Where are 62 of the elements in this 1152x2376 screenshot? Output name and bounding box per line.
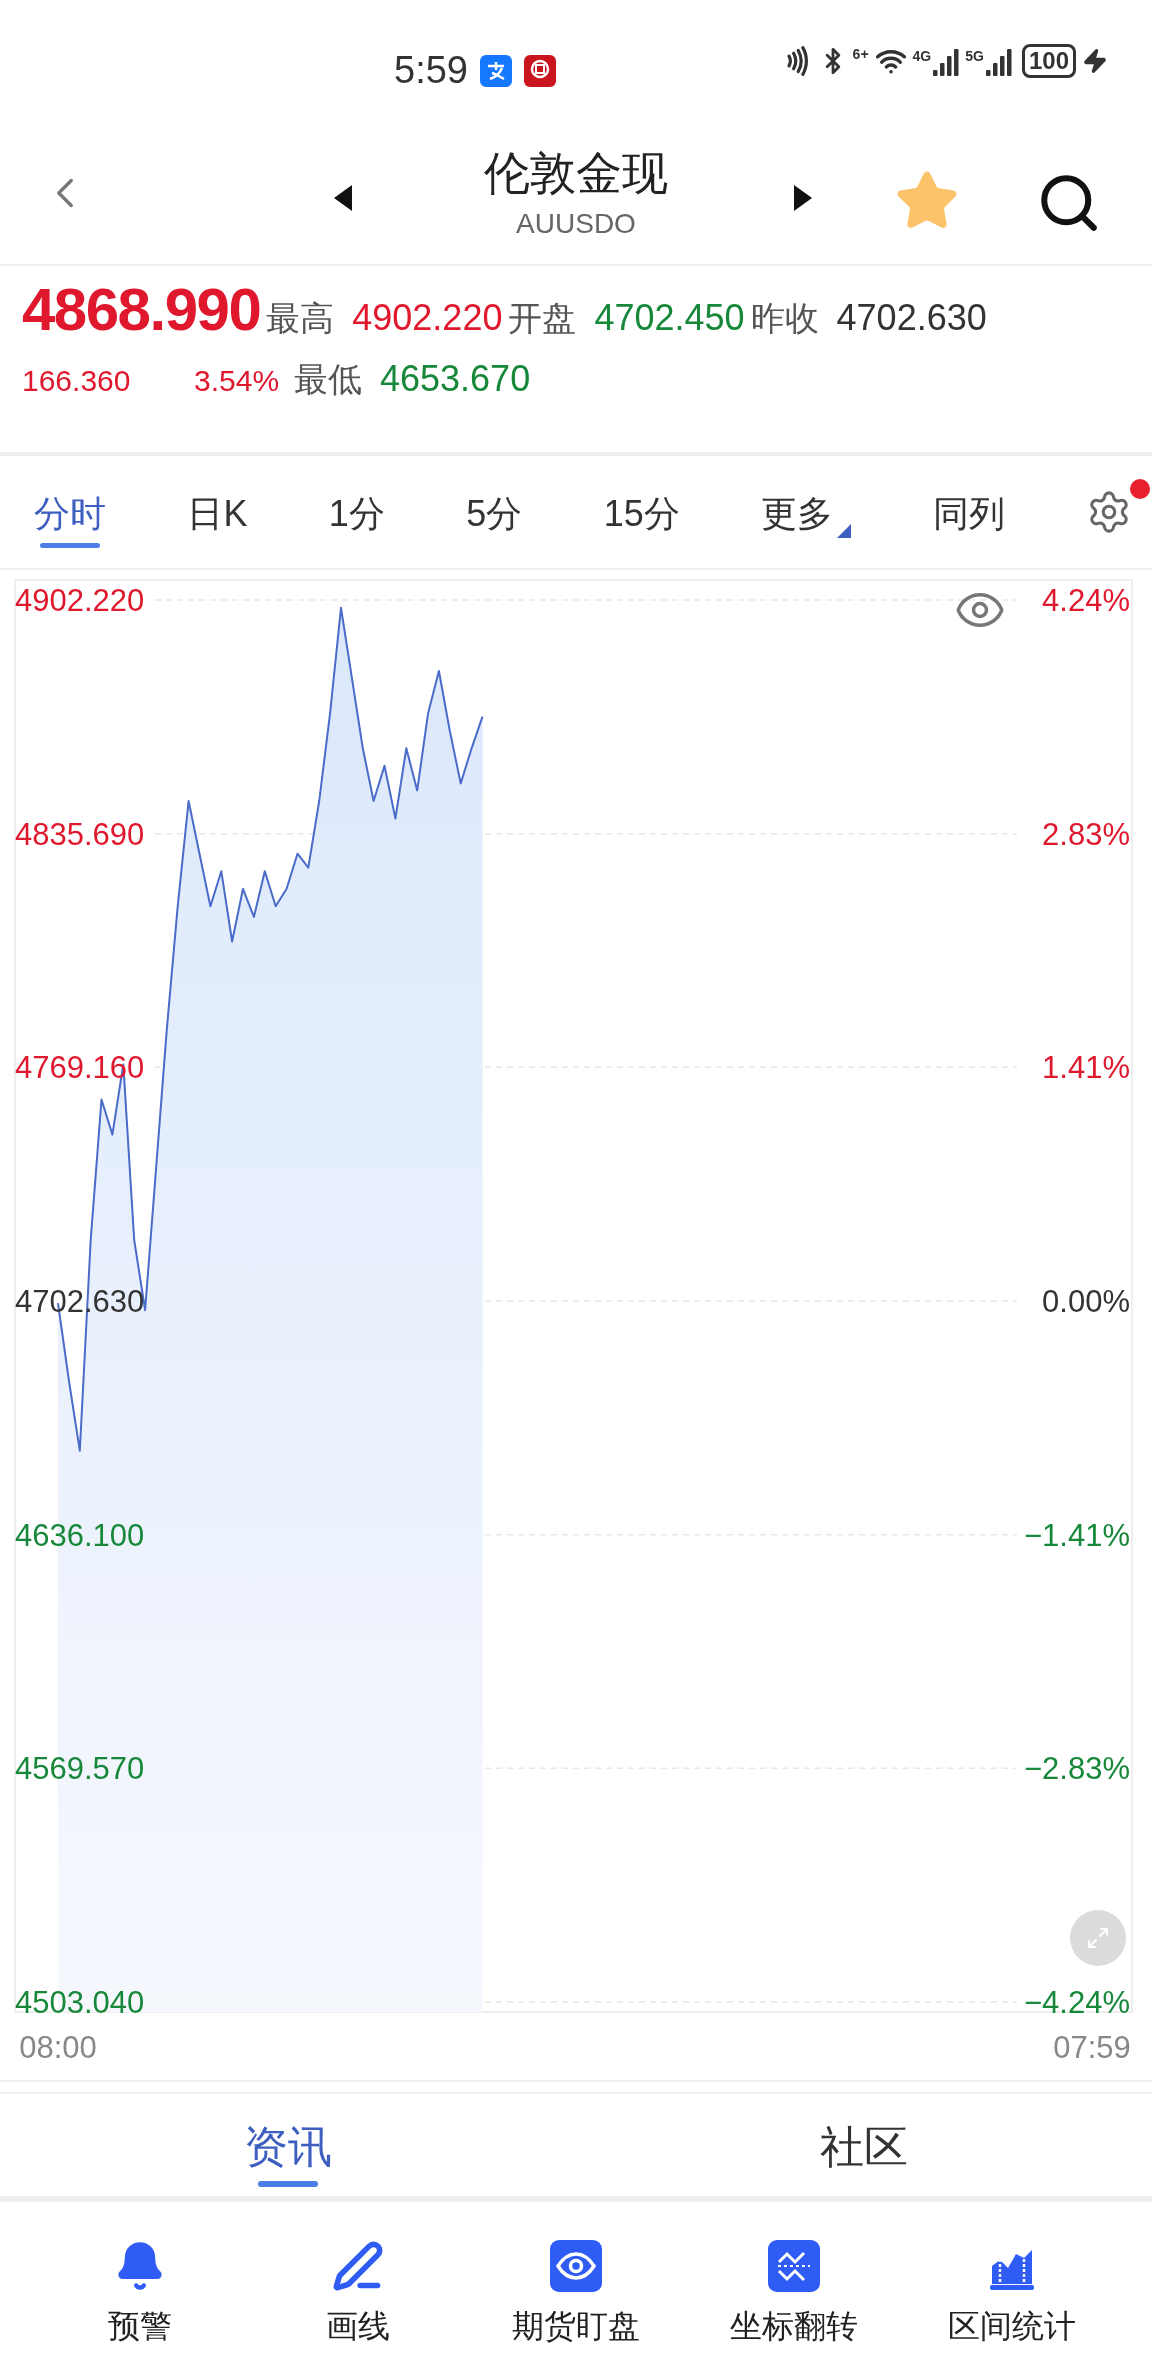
pen-icon (332, 2240, 384, 2292)
axis-label: 4835.690 (15, 816, 145, 852)
change-percent: 3.54% (194, 363, 281, 399)
stat-value: 4702.450 (594, 296, 745, 340)
eye-icon (550, 2240, 602, 2292)
axis-label: 2.83% (1042, 816, 1130, 852)
toolbar-button[interactable]: 期货盯盘 (476, 2240, 676, 2350)
toolbar-label: 区间统计 (948, 2307, 1076, 2346)
signal-icon (985, 46, 1012, 76)
time-label: 08:00 (19, 2030, 97, 2065)
content-tab[interactable]: 资讯 (244, 2103, 332, 2187)
toolbar-label: 画线 (326, 2307, 390, 2346)
axis-label: 1.41% (1042, 1050, 1130, 1086)
symbol-code: AUUSDO (516, 207, 636, 241)
toolbar-button[interactable]: 坐标翻转 (694, 2240, 894, 2350)
charging-icon (1082, 48, 1108, 74)
stat-value: 4702.630 (836, 296, 987, 340)
stat-label: 最低 (294, 359, 362, 400)
period-tab[interactable]: 日K (187, 474, 248, 550)
axis-label: −1.41% (1024, 1517, 1130, 1553)
period-tab[interactable]: 分时 (34, 474, 106, 550)
stat-label: 昨收 (750, 298, 819, 339)
toolbar-label: 期货盯盘 (512, 2307, 640, 2346)
toolbar-button[interactable]: 区间统计 (912, 2240, 1112, 2350)
content-tab[interactable]: 社区 (820, 2103, 908, 2187)
stat-label: 最高 (266, 298, 335, 339)
app-notification-icon (479, 54, 512, 87)
last-price: 4868.990 (22, 275, 261, 345)
period-tab[interactable]: 5分 (466, 474, 523, 550)
axis-label: −4.24% (1024, 1985, 1130, 2020)
network-label: 4G (912, 47, 932, 66)
expand-icon (1086, 1926, 1110, 1950)
period-tab[interactable]: 同列 (932, 474, 1005, 550)
axis-label: −2.83% (1024, 1751, 1130, 1787)
axis-label: 4902.220 (15, 583, 145, 618)
time-label: 07:59 (1053, 2030, 1131, 2065)
stat-label: 开盘 (508, 298, 577, 339)
price-change: 166.360 (22, 363, 132, 399)
network-label: 5G (965, 47, 984, 66)
battery-indicator: 100 (1021, 44, 1076, 78)
page-title: 伦敦金现 (484, 146, 668, 201)
period-tab[interactable]: 15分 (603, 474, 680, 550)
axis-label: 4.24% (1042, 583, 1130, 618)
app-notification-icon (523, 54, 556, 87)
axis-flip-icon (768, 2240, 820, 2292)
clock: 5:59 (394, 48, 468, 93)
period-tab[interactable]: 1分 (328, 474, 385, 550)
axis-label: 4769.160 (15, 1050, 145, 1086)
axis-label: 0.00% (1042, 1284, 1130, 1319)
toolbar-button[interactable]: 画线 (258, 2240, 458, 2350)
axis-label: 4569.570 (15, 1751, 145, 1787)
dropdown-triangle-icon (837, 523, 852, 538)
network-label: 6+ (852, 45, 869, 64)
stat-value: 4653.670 (380, 357, 531, 401)
toolbar-button[interactable]: 预警 (40, 2240, 240, 2350)
period-tab[interactable]: 更多 (761, 474, 852, 550)
toolbar-label: 预警 (108, 2307, 172, 2346)
axis-label: 4636.100 (15, 1517, 145, 1553)
signal-icon (933, 46, 960, 76)
toolbar-label: 坐标翻转 (730, 2307, 858, 2346)
stat-value: 4902.220 (352, 296, 503, 340)
axis-label: 4503.040 (15, 1985, 145, 2020)
